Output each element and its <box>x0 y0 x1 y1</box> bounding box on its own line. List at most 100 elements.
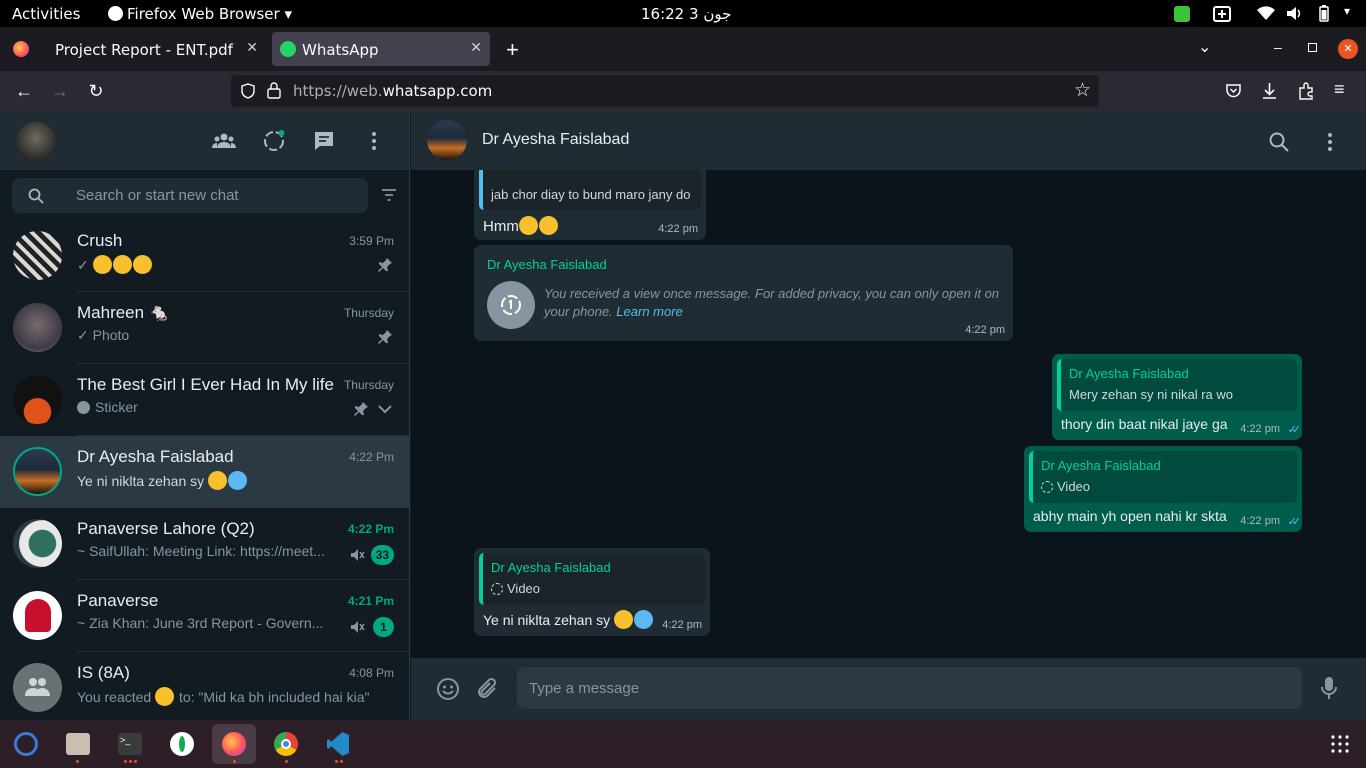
contact-name[interactable]: Dr Ayesha Faislabad <box>482 131 629 149</box>
volume-icon[interactable] <box>1286 6 1303 21</box>
message-text: thory din baat nikal jaye ga <box>1061 416 1228 432</box>
view-once-icon[interactable] <box>487 281 535 329</box>
message-text: Hmm <box>483 216 559 235</box>
chat-item-best-girl[interactable]: The Best Girl I Ever Had In My life Thur… <box>0 364 409 436</box>
downloads-icon[interactable] <box>1261 82 1278 100</box>
message-outgoing[interactable]: Dr Ayesha Faislabad Mery zehan sy ni nik… <box>1052 354 1302 440</box>
joy-emoji-icon <box>538 216 558 235</box>
quoted-message[interactable]: Dr Ayesha Faislabad Video <box>1029 451 1297 503</box>
chat-item-mahreen[interactable]: Mahreen 🐁 Thursday ✓ Photo <box>0 292 409 364</box>
activities-button[interactable]: Activities <box>12 5 80 23</box>
message-incoming-view-once[interactable]: Dr Ayesha Faislabad You received a view … <box>474 245 1013 341</box>
close-tab-icon[interactable]: ✕ <box>470 40 482 56</box>
extensions-icon[interactable] <box>1297 82 1315 100</box>
quoted-sender: Dr Ayesha Faislabad <box>491 560 611 575</box>
close-tab-icon[interactable]: ✕ <box>246 40 258 56</box>
chat-item-panaverse[interactable]: Panaverse 4:21 Pm ~ Zia Khan: June 3rd R… <box>0 580 409 652</box>
group-icon <box>25 678 50 696</box>
shield-icon[interactable] <box>240 83 256 99</box>
group-avatar <box>13 591 62 640</box>
url-bar[interactable]: https://web.whatsapp.com ☆ <box>231 75 1099 107</box>
menu-icon[interactable] <box>1318 130 1342 154</box>
pin-icon <box>354 402 368 416</box>
new-chat-icon[interactable] <box>312 129 336 153</box>
quoted-message[interactable]: jab chor diay to bund maro jany do <box>479 170 701 210</box>
sidebar-header <box>0 111 409 170</box>
show-apps-grid-icon[interactable] <box>1318 724 1362 764</box>
conversation-header[interactable]: Dr Ayesha Faislabad <box>411 111 1366 170</box>
communities-icon[interactable] <box>212 129 236 153</box>
system-menu-icon[interactable]: ▾ <box>1344 4 1350 18</box>
group-avatar <box>13 663 62 712</box>
whatsapp-favicon-icon <box>280 41 296 57</box>
upside-down-face-emoji-icon <box>112 255 132 274</box>
contact-avatar[interactable] <box>427 120 467 160</box>
restore-icon[interactable] <box>1308 43 1317 52</box>
update-icon[interactable] <box>1174 6 1190 22</box>
wifi-icon[interactable] <box>1257 6 1275 21</box>
list-tabs-icon[interactable]: ⌄ <box>1198 37 1211 57</box>
chevron-down-icon[interactable] <box>377 404 393 416</box>
close-window-icon[interactable]: ✕ <box>1338 39 1358 59</box>
microphone-icon[interactable] <box>1321 676 1337 700</box>
search-icon[interactable] <box>1269 132 1289 152</box>
pocket-icon[interactable] <box>1225 83 1242 99</box>
url-text: https://web.whatsapp.com <box>293 82 492 100</box>
chat-item-is-8a[interactable]: IS (8A) 4:08 Pm You reacted to: "Mid ka … <box>0 652 409 720</box>
quoted-text: jab chor diay to bund maro jany do <box>491 187 691 202</box>
dock-firefox-icon[interactable] <box>212 724 256 764</box>
message-outgoing[interactable]: Dr Ayesha Faislabad Video abhy main yh o… <box>1024 446 1302 532</box>
quoted-message[interactable]: Dr Ayesha Faislabad Mery zehan sy ni nik… <box>1057 359 1297 411</box>
network-icon[interactable] <box>1213 5 1231 23</box>
dock-terminal-icon[interactable]: >_ <box>108 724 152 764</box>
status-icon[interactable] <box>262 129 286 153</box>
menu-icon[interactable] <box>362 129 386 153</box>
dock-vscode-icon[interactable] <box>316 724 360 764</box>
tab-whatsapp[interactable]: WhatsApp ✕ <box>272 32 490 66</box>
search-box[interactable] <box>12 178 368 213</box>
message-input[interactable] <box>517 667 1302 709</box>
message-incoming[interactable]: jab chor diay to bund maro jany do Hmm 4… <box>474 170 706 240</box>
filter-icon[interactable] <box>381 188 397 202</box>
search-input[interactable] <box>76 178 356 213</box>
system-top-bar: Activities Firefox Web Browser ▾ جون 3 1… <box>0 0 1366 27</box>
yawning-face-emoji-icon <box>614 610 634 629</box>
chat-time: Thursday <box>343 378 394 392</box>
new-tab-icon[interactable]: + <box>506 37 519 63</box>
chevron-down-icon: ▾ <box>284 5 292 23</box>
lock-icon[interactable] <box>267 82 281 99</box>
chat-time: 4:21 Pm <box>347 594 394 608</box>
dock-app-system-icon[interactable] <box>4 724 48 764</box>
reload-icon[interactable]: ↻ <box>84 79 108 103</box>
battery-icon[interactable] <box>1316 5 1332 22</box>
view-once-text: You received a view once message. For ad… <box>544 285 1004 321</box>
tab-label: WhatsApp <box>302 41 379 59</box>
minimize-icon[interactable]: – <box>1274 39 1282 55</box>
emoji-icon[interactable] <box>436 677 460 701</box>
attach-icon[interactable] <box>477 677 499 701</box>
profile-avatar[interactable] <box>16 122 56 162</box>
chat-item-crush[interactable]: Crush 3:59 Pm ✓ <box>0 220 409 292</box>
tab-project-report[interactable]: Project Report - ENT.pdf ✕ <box>40 32 266 66</box>
firefox-view-icon[interactable] <box>13 41 29 57</box>
crying-face-emoji-icon <box>634 610 654 629</box>
message-list[interactable]: jab chor diay to bund maro jany do Hmm 4… <box>411 170 1366 658</box>
forward-icon[interactable]: → <box>48 79 72 103</box>
bookmark-star-icon[interactable]: ☆ <box>1074 79 1091 101</box>
clock[interactable]: جون 3 16:22 <box>641 5 731 23</box>
chat-item-panaverse-lahore[interactable]: Panaverse Lahore (Q2) 4:22 Pm ~ SaifUlla… <box>0 508 409 580</box>
conversation-pane: Dr Ayesha Faislabad jab chor diay to bun… <box>411 111 1366 720</box>
chat-name: Dr Ayesha Faislabad <box>77 447 234 466</box>
dock-mongodb-icon[interactable] <box>160 724 204 764</box>
contact-avatar <box>13 447 62 496</box>
dock-chrome-icon[interactable] <box>264 724 308 764</box>
dock-files-icon[interactable] <box>56 724 100 764</box>
hamburger-menu-icon[interactable]: ≡ <box>1334 79 1345 100</box>
chat-item-dr-ayesha[interactable]: Dr Ayesha Faislabad 4:22 Pm Ye ni niklta… <box>0 436 409 508</box>
message-incoming[interactable]: Dr Ayesha Faislabad Video Ye ni niklta z… <box>474 548 710 636</box>
learn-more-link[interactable]: Learn more <box>616 304 682 319</box>
back-icon[interactable]: ← <box>12 79 36 103</box>
app-menu[interactable]: Firefox Web Browser ▾ <box>108 5 292 23</box>
quoted-message[interactable]: Dr Ayesha Faislabad Video <box>479 553 705 605</box>
search-icon <box>28 188 44 204</box>
